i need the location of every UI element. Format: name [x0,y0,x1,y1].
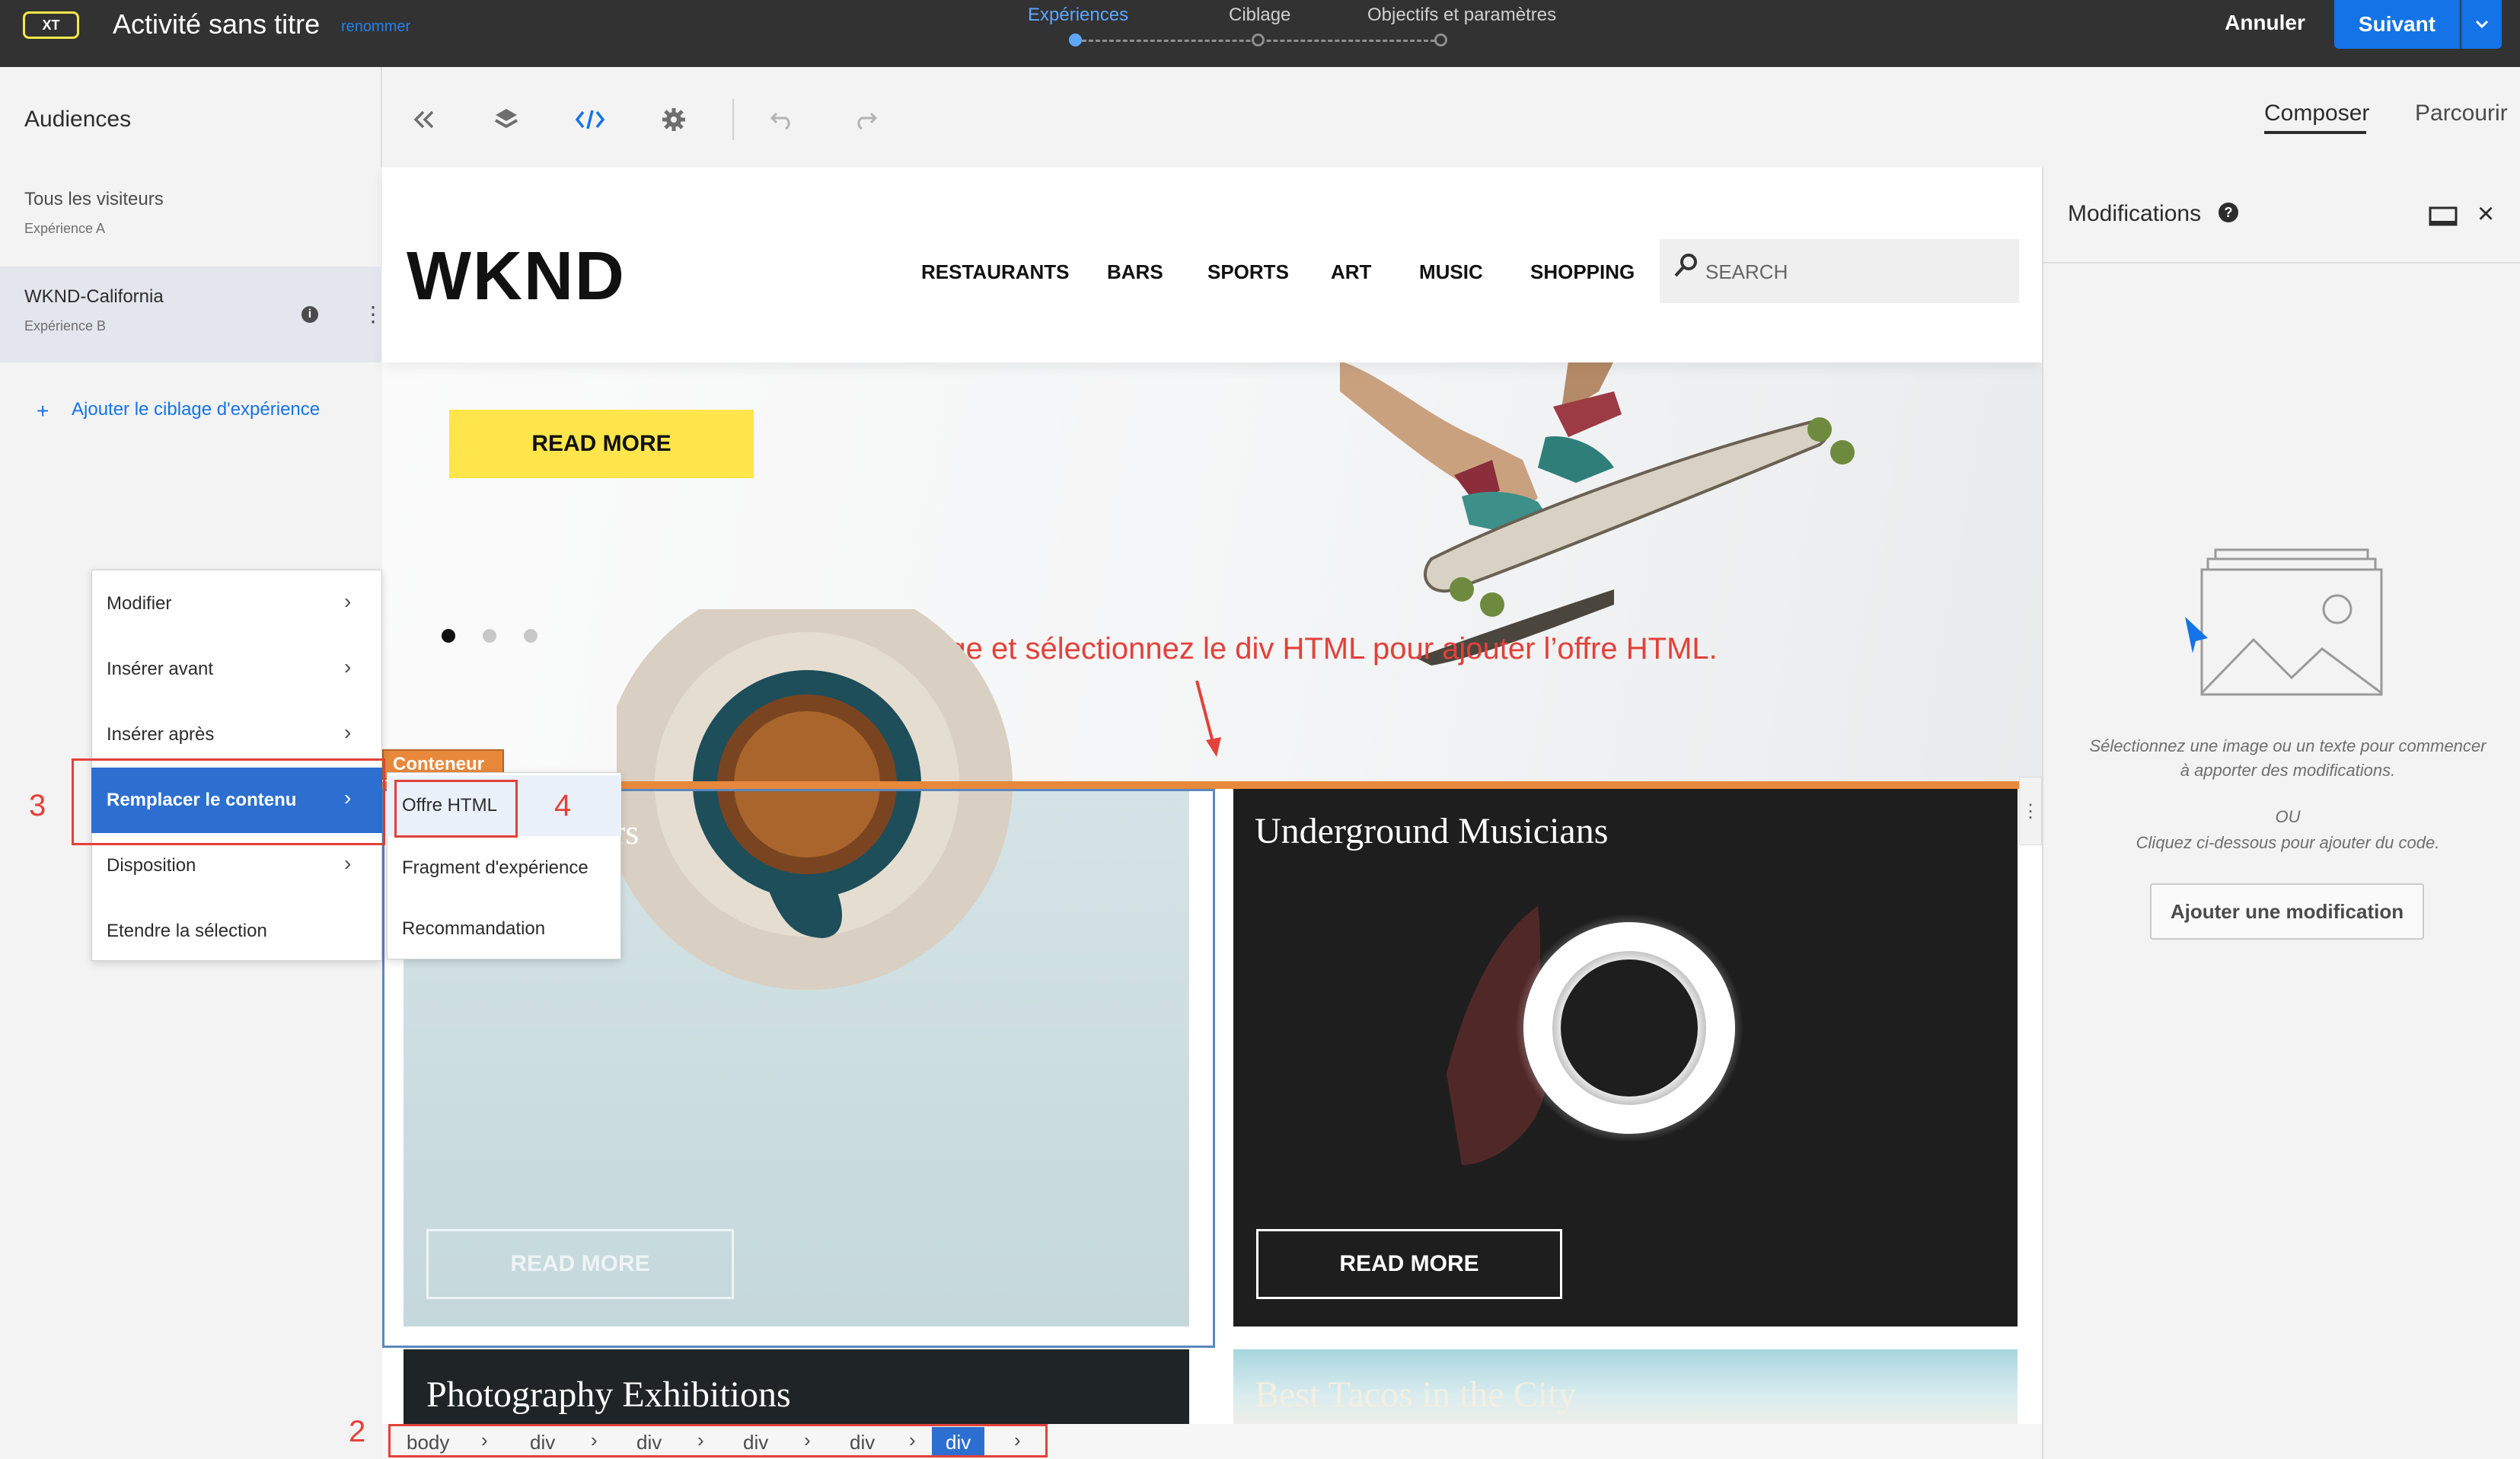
annotation-frame-html-offer [394,780,518,838]
annotation-frame-replace [72,758,385,845]
audience-item-all-visitors[interactable] [0,175,381,256]
audience-item-wknd-california[interactable] [0,267,381,362]
nav-shopping[interactable]: SHOPPING [1530,260,1635,284]
step-dot-goals [1434,34,1447,46]
carousel-dot-active[interactable] [442,629,455,643]
card-title: Underground Musicians [1255,811,1609,851]
hero-read-more-button[interactable]: READ MORE [449,410,754,478]
undo-icon[interactable] [764,102,799,137]
add-icon[interactable]: + [37,399,49,423]
panel-toggle-icon[interactable] [2429,206,2458,228]
carousel-dot[interactable] [524,629,537,643]
card-read-more-button[interactable]: READ MORE [1256,1229,1562,1299]
cancel-button[interactable]: Annuler [2208,0,2322,46]
chevron-down-icon [2475,20,2489,29]
nav-restaurants[interactable]: RESTAURANTS [921,260,1070,284]
card-title: Best Tacos in the City [1255,1374,1577,1415]
layers-icon[interactable] [489,102,524,137]
chevron-right-icon: › [344,720,352,744]
submenu-item-label: Fragment d'expérience [402,857,589,878]
nav-art[interactable]: ART [1331,260,1371,284]
annotation-number-3: 3 [29,789,46,822]
toolbar-divider [732,99,734,140]
search-placeholder: SEARCH [1705,260,1788,283]
audience-experience: Expérience B [24,318,107,334]
code-icon[interactable] [573,102,608,137]
chevron-right-icon: › [344,851,352,875]
menu-item-label: Etendre la sélection [107,921,267,941]
ring-light-image [1447,906,1743,1165]
tab-compose[interactable]: Composer [2264,101,2369,126]
annotation-number-4: 4 [554,789,572,822]
tab-browse[interactable]: Parcourir [2415,101,2508,126]
resize-handle[interactable]: ⋮ [2019,777,2042,845]
menu-item-extend-selection[interactable]: Etendre la sélection [91,899,382,964]
submenu-item-recommendation[interactable]: Recommandation [387,899,621,959]
skateboarder-image [1340,361,1855,666]
redo-icon[interactable] [848,102,883,137]
submenu-item-experience-fragment[interactable]: Fragment d'expérience [387,838,621,899]
carousel-dot[interactable] [483,629,496,643]
menu-item-label: Insérer après [107,724,215,745]
audience-experience: Expérience A [24,221,106,236]
nav-bars[interactable]: BARS [1107,260,1163,284]
annotation-number-2: 2 [349,1415,366,1448]
search-icon [1674,254,1697,277]
annotation-frame-breadcrumb [388,1424,1048,1457]
step-targeting[interactable]: Ciblage [1229,5,1290,26]
add-modification-button[interactable]: Ajouter une modification [2150,883,2424,940]
close-icon[interactable]: × [2477,198,2494,231]
nav-sports[interactable]: SPORTS [1207,260,1289,284]
help-icon[interactable]: ? [2219,203,2238,222]
empty-state-message: Sélectionnez une image ou un texte pour … [2089,736,2487,780]
menu-item-insert-before[interactable]: Insérer avant [91,637,382,702]
collapse-icon[interactable] [407,102,442,137]
step-dot-experiences [1069,34,1082,46]
container-highlight-bar [382,781,2019,789]
next-dropdown-button[interactable] [2461,0,2502,49]
editor-toolbar [381,67,2520,168]
step-goals-settings[interactable]: Objectifs et paramètres [1367,5,1556,26]
add-targeting-link[interactable]: Ajouter le ciblage d'expérience [72,399,320,420]
site-logo[interactable]: WKND [407,238,626,316]
submenu-item-label: Recommandation [402,918,546,939]
activity-title: Activité sans titre [113,8,321,40]
menu-item-label: Modifier [107,593,172,614]
active-tab-indicator [2264,131,2366,134]
more-options-icon[interactable]: ⋮ [362,302,384,327]
step-experiences[interactable]: Expériences [1028,5,1128,26]
info-icon[interactable]: i [301,306,318,323]
nav-music[interactable]: MUSIC [1419,260,1483,284]
modifications-title: Modifications [2068,201,2202,226]
xt-badge: XT [23,11,79,39]
audience-name: WKND-California [24,286,164,307]
annotation-arrow-icon [1195,680,1221,757]
step-dot-targeting [1252,34,1265,46]
chevron-right-icon: › [344,655,352,678]
rename-link[interactable]: renommer [341,18,410,36]
empty-state-or: OU [2275,807,2301,826]
chevron-right-icon: › [344,589,352,613]
audiences-title: Audiences [24,107,132,132]
settings-icon[interactable] [656,102,691,137]
image-placeholder-icon [2185,548,2383,696]
card-title: Photography Exhibitions [426,1374,791,1415]
menu-item-modify[interactable]: Modifier [91,571,382,637]
empty-state-message-code: Cliquez ci-dessous pour ajouter du code. [2136,833,2440,852]
menu-item-label: Insérer avant [107,659,214,679]
menu-item-label: Disposition [107,855,196,876]
audience-name: Tous les visiteurs [24,189,164,209]
next-button[interactable]: Suivant [2334,0,2460,49]
